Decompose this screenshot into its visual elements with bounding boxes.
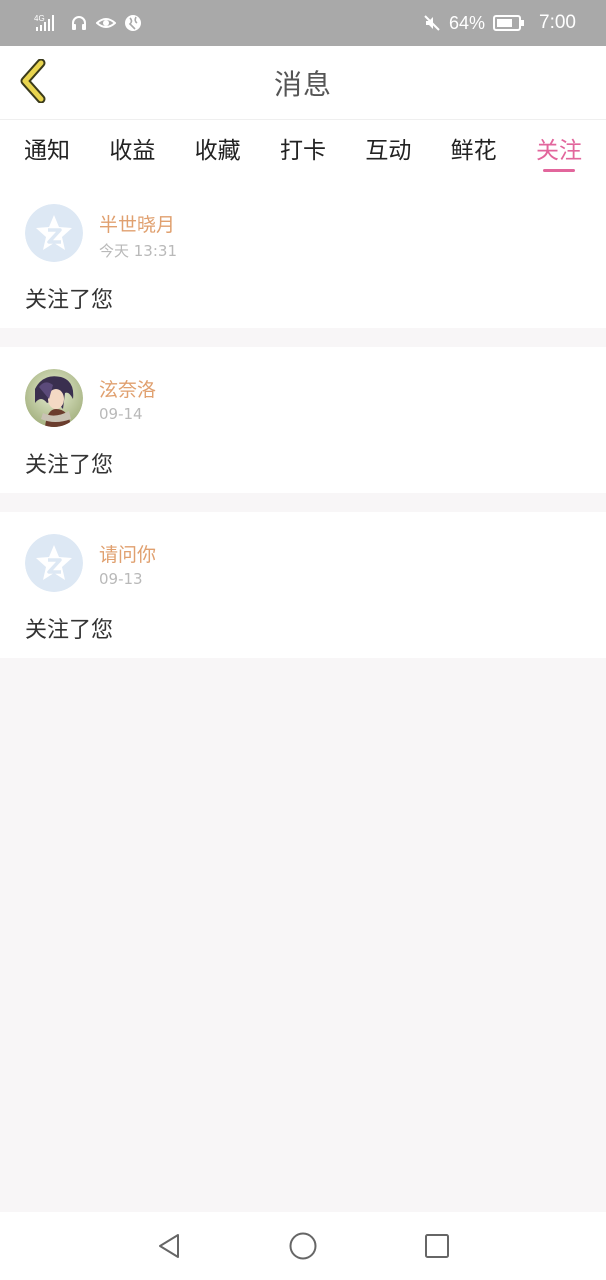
avatar[interactable] [25,204,83,262]
user-name[interactable]: 请问你 [99,540,156,567]
header: 消息 [0,46,606,120]
home-circle-icon[interactable] [288,1231,318,1261]
tab-interactions[interactable]: 互动 [365,120,411,182]
page-title: 消息 [273,67,332,101]
list-item[interactable]: 泫奈洛 09-14 关注了您 [0,347,606,493]
tab-label: 互动 [365,138,412,164]
user-name[interactable]: 半世晓月 [99,210,175,237]
back-triangle-icon[interactable] [154,1231,184,1261]
default-star-avatar-icon [25,204,83,262]
avatar[interactable] [25,369,83,427]
list-item[interactable]: 请问你 09-13 关注了您 [0,512,606,658]
status-left: 4G [34,13,142,33]
tab-flowers[interactable]: 鲜花 [451,120,497,182]
battery-percent: 64% [448,12,486,33]
chevron-left-icon [17,58,47,107]
avatar[interactable] [25,534,83,592]
clock: 7:00 [539,12,576,33]
tab-checkin[interactable]: 打卡 [280,120,326,182]
status-right: 64% 7:00 [423,12,576,34]
recents-square-icon[interactable] [422,1231,452,1261]
message-time: 09-13 [99,570,143,588]
list-item[interactable]: 半世晓月 今天 13:31 关注了您 [0,182,606,328]
system-navigation-bar [0,1212,606,1280]
tab-label: 收益 [109,138,156,164]
message-text: 关注了您 [25,453,114,478]
message-time: 今天 13:31 [99,242,177,260]
signal-icon: 4G [34,13,62,33]
tab-label: 鲜花 [450,138,497,164]
tab-label: 关注 [535,138,582,164]
back-button[interactable] [14,58,50,107]
svg-text:4G: 4G [34,14,45,23]
tab-bar: 通知 收益 收藏 打卡 互动 鲜花 关注 [0,120,606,182]
user-name[interactable]: 泫奈洛 [99,375,156,402]
message-time: 09-14 [99,405,143,423]
eye-icon [96,15,116,31]
battery-icon [493,15,525,31]
tab-label: 通知 [24,138,70,164]
message-text: 关注了您 [25,288,114,313]
status-bar: 4G 64% 7:00 [0,0,606,46]
tab-label: 收藏 [194,138,241,164]
tab-favorites[interactable]: 收藏 [195,120,241,182]
globe-icon [124,14,142,32]
message-text: 关注了您 [25,618,114,643]
default-star-avatar-icon [25,534,83,592]
tab-follows[interactable]: 关注 [536,120,582,182]
anime-character-avatar-icon [25,369,83,427]
tab-label: 打卡 [279,138,326,164]
tab-earnings[interactable]: 收益 [109,120,155,182]
tab-notifications[interactable]: 通知 [24,120,70,182]
active-tab-indicator [542,169,575,172]
message-list: 半世晓月 今天 13:31 关注了您 泫奈洛 09-14 关注了您 请问你 09… [0,182,606,677]
headset-icon [70,14,88,32]
mute-icon [423,14,441,32]
